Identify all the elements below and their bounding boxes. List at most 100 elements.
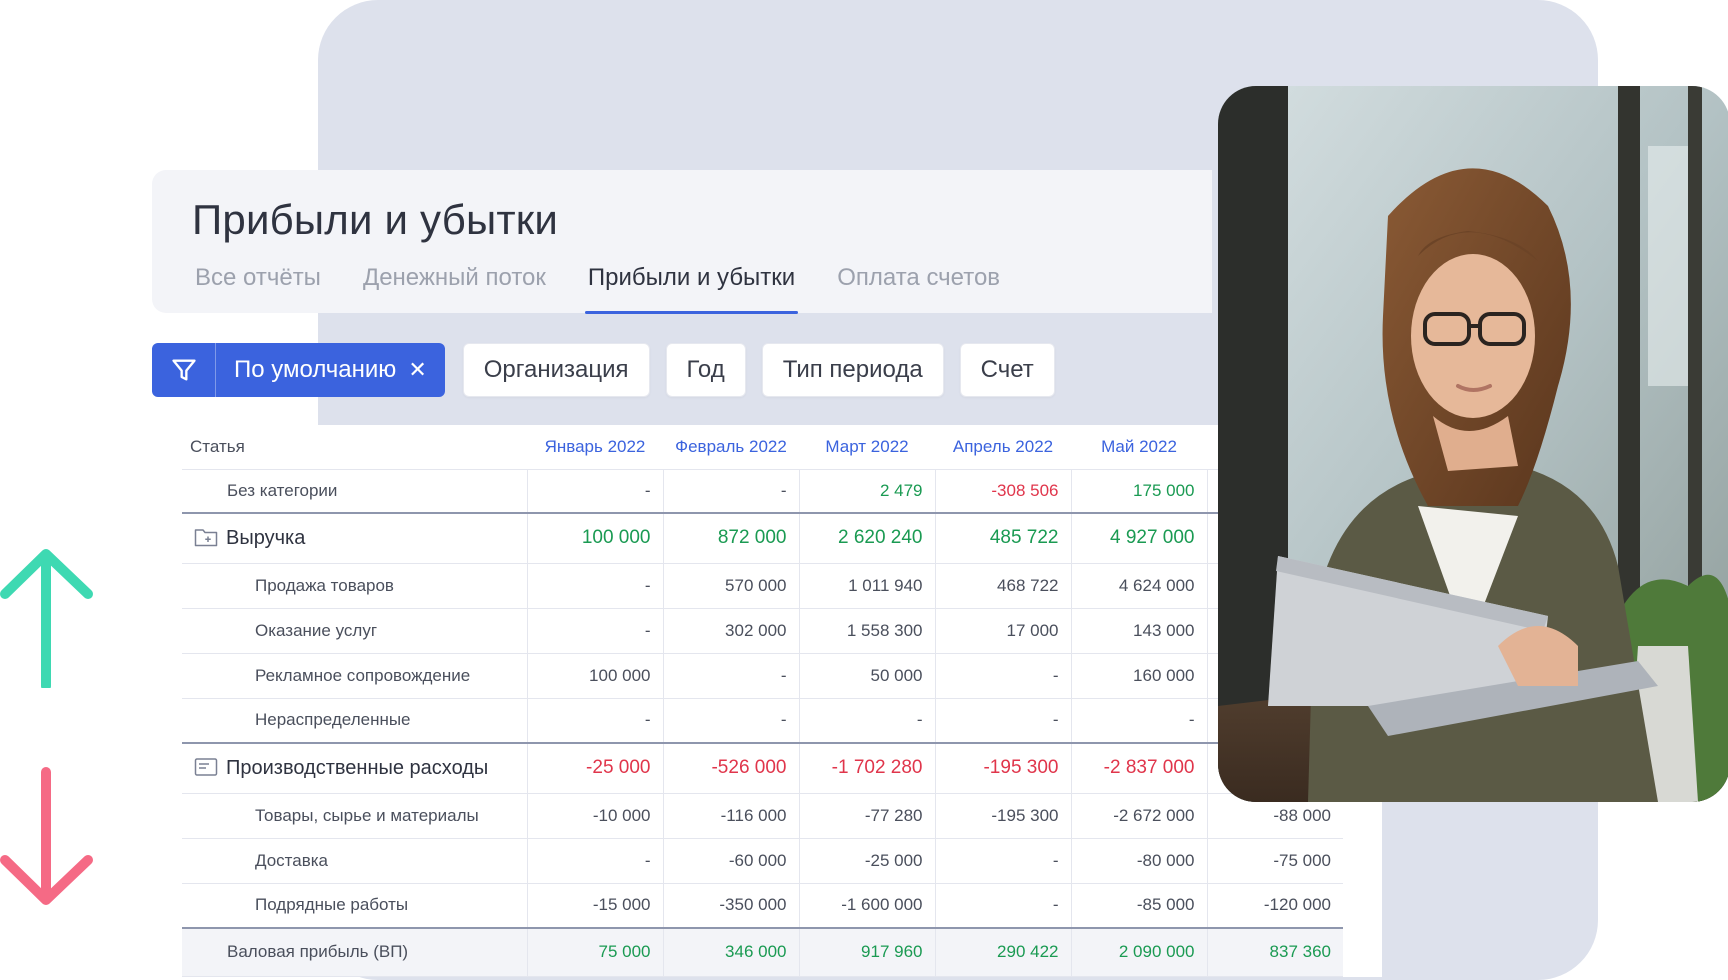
table-cell: 485 722 [934, 512, 1071, 564]
table-cell: -526 000 [662, 742, 799, 794]
table-cell: 4 624 000 [1070, 563, 1207, 609]
table-cell: -2 837 000 [1070, 742, 1207, 794]
document-list-icon[interactable] [194, 757, 218, 777]
table-cell: -116 000 [662, 793, 799, 839]
page-title: Прибыли и убытки [192, 196, 559, 243]
table-cell: - [934, 883, 1071, 929]
folder-plus-icon[interactable] [194, 527, 218, 547]
table-cell: -195 300 [934, 793, 1071, 839]
table-row[interactable]: Товары, сырье и материалы -10 000 -116 0… [182, 793, 1343, 839]
table-cell: - [526, 838, 663, 884]
table-cell: 143 000 [1070, 608, 1207, 654]
row-label-text: Производственные расходы [226, 756, 489, 779]
tab-all-reports[interactable]: Все отчёты [192, 264, 324, 314]
table-cell: 290 422 [934, 927, 1071, 977]
table-cell: 2 620 240 [798, 512, 935, 564]
profit-loss-table: Статья Январь 2022 Февраль 2022 Март 202… [182, 425, 1382, 977]
column-header-month[interactable]: Апрель 2022 [935, 425, 1071, 469]
default-filter-label: По умолчанию [234, 356, 397, 383]
clear-filter-icon[interactable]: ✕ [408, 357, 426, 383]
table-cell: 837 360 [1206, 927, 1343, 977]
table-cell: 468 722 [934, 563, 1071, 609]
table-cell: 160 000 [1070, 653, 1207, 699]
table-cell: - [526, 698, 663, 744]
tab-profit-loss[interactable]: Прибыли и убытки [584, 264, 799, 314]
table-cell: 175 000 [1070, 468, 1207, 514]
table-cell: 1 011 940 [798, 563, 935, 609]
table-cell: -75 000 [1206, 838, 1343, 884]
row-label: Без категории [182, 468, 527, 514]
table-cell: 2 090 000 [1070, 927, 1207, 977]
row-label: Продажа товаров [182, 563, 527, 609]
row-label-text: Выручка [226, 526, 306, 549]
table-cell: -80 000 [1070, 838, 1207, 884]
arrow-up-icon [0, 549, 93, 688]
column-header-month[interactable]: Январь 2022 [527, 425, 663, 469]
row-label: Подрядные работы [182, 883, 527, 929]
table-cell: -120 000 [1206, 883, 1343, 929]
column-header-month[interactable]: Февраль 2022 [663, 425, 799, 469]
table-cell: -10 000 [526, 793, 663, 839]
filter-funnel-icon[interactable] [152, 343, 216, 397]
table-row-group-expenses[interactable]: Производственные расходы -25 000 -526 00… [182, 742, 1343, 794]
table-cell: 100 000 [526, 512, 663, 564]
table-cell: - [934, 653, 1071, 699]
table-cell: 4 927 000 [1070, 512, 1207, 564]
filter-year[interactable]: Год [665, 343, 746, 397]
table-row[interactable]: Подрядные работы -15 000 -350 000 -1 600… [182, 883, 1343, 929]
table-cell: -15 000 [526, 883, 663, 929]
table-header-row: Статья Январь 2022 Февраль 2022 Март 202… [182, 425, 1343, 469]
table-row-group-revenue[interactable]: Выручка 100 000 872 000 2 620 240 485 72… [182, 512, 1343, 564]
table-cell: -60 000 [662, 838, 799, 884]
table-cell: - [526, 608, 663, 654]
table-cell: -308 506 [934, 468, 1071, 514]
photo-woman-at-laptop [1218, 86, 1728, 802]
table-cell: - [1070, 698, 1207, 744]
table-cell: - [662, 698, 799, 744]
table-cell: 302 000 [662, 608, 799, 654]
table-cell: - [934, 838, 1071, 884]
filter-organization[interactable]: Организация [462, 343, 650, 397]
row-label: Нераспределенные [182, 698, 527, 744]
table-row[interactable]: Доставка - -60 000 -25 000 - -80 000 -75… [182, 838, 1343, 884]
row-label: Производственные расходы [182, 742, 527, 794]
table-cell: 346 000 [662, 927, 799, 977]
default-filter-button[interactable]: По умолчанию ✕ [152, 343, 445, 397]
table-cell: -25 000 [526, 742, 663, 794]
row-label: Оказание услуг [182, 608, 527, 654]
table-cell: 100 000 [526, 653, 663, 699]
table-cell: - [934, 698, 1071, 744]
table-cell: - [798, 698, 935, 744]
row-label: Рекламное сопровождение [182, 653, 527, 699]
tab-cash-flow[interactable]: Денежный поток [360, 264, 549, 314]
column-header-item: Статья [190, 436, 245, 456]
table-cell: 872 000 [662, 512, 799, 564]
filter-account[interactable]: Счет [959, 343, 1055, 397]
table-cell: -77 280 [798, 793, 935, 839]
report-tabs: Все отчёты Денежный поток Прибыли и убыт… [192, 264, 1039, 314]
table-row[interactable]: Продажа товаров - 570 000 1 011 940 468 … [182, 563, 1343, 609]
column-header-month[interactable]: Май 2022 [1071, 425, 1207, 469]
table-row-total[interactable]: Валовая прибыль (ВП) 75 000 346 000 917 … [182, 927, 1343, 977]
table-cell: 17 000 [934, 608, 1071, 654]
table-row[interactable]: Оказание услуг - 302 000 1 558 300 17 00… [182, 608, 1343, 654]
row-label: Валовая прибыль (ВП) [182, 927, 527, 977]
table-cell: - [526, 468, 663, 514]
filter-bar: По умолчанию ✕ Организация Год Тип перио… [152, 343, 1071, 397]
column-header-month[interactable]: Март 2022 [799, 425, 935, 469]
photo-illustration [1218, 86, 1728, 802]
table-cell: -195 300 [934, 742, 1071, 794]
table-cell: 75 000 [526, 927, 663, 977]
arrow-down-icon [0, 767, 93, 905]
table-row[interactable]: Рекламное сопровождение 100 000 - 50 000… [182, 653, 1343, 699]
table-row[interactable]: Нераспределенные - - - - - [182, 698, 1343, 744]
table-cell: - [662, 468, 799, 514]
table-cell: 50 000 [798, 653, 935, 699]
table-row[interactable]: Без категории - - 2 479 -308 506 175 000 [182, 468, 1343, 514]
filter-period-type[interactable]: Тип периода [761, 343, 944, 397]
table-cell: 1 558 300 [798, 608, 935, 654]
table-cell: -25 000 [798, 838, 935, 884]
tab-invoice-payment[interactable]: Оплата счетов [834, 264, 1003, 314]
table-cell: - [662, 653, 799, 699]
table-cell: -85 000 [1070, 883, 1207, 929]
